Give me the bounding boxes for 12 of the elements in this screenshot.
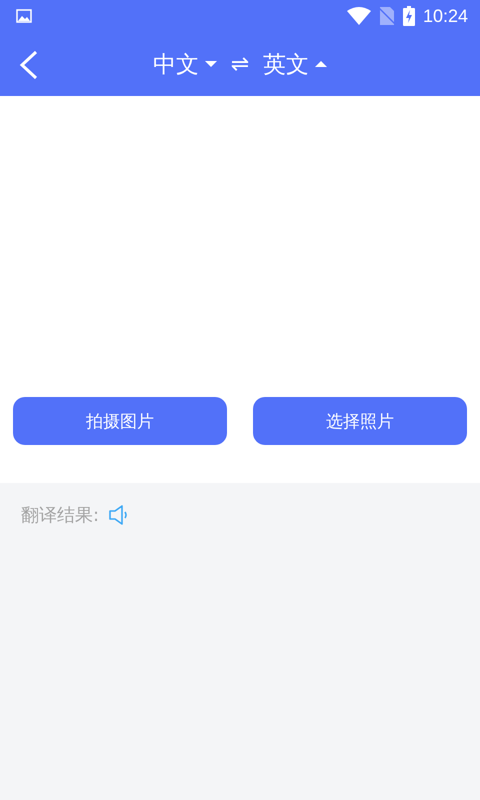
wifi-icon [346,7,371,25]
language-dropdown[interactable]: 中文 [152,48,217,80]
swap-icon[interactable]: ⇌ [230,52,250,76]
image-icon [16,9,32,23]
battery-charging-icon [402,6,415,26]
result-label: 翻译结果: [21,504,100,527]
back-icon[interactable] [18,50,40,80]
action-button[interactable]: 拍摄图片 [13,397,227,445]
language-dropdown[interactable]: 英文 [263,48,328,80]
action-button[interactable]: 选择照片 [253,397,467,445]
no-sim-icon [378,7,395,25]
clock-time: 10:24 [422,6,468,26]
